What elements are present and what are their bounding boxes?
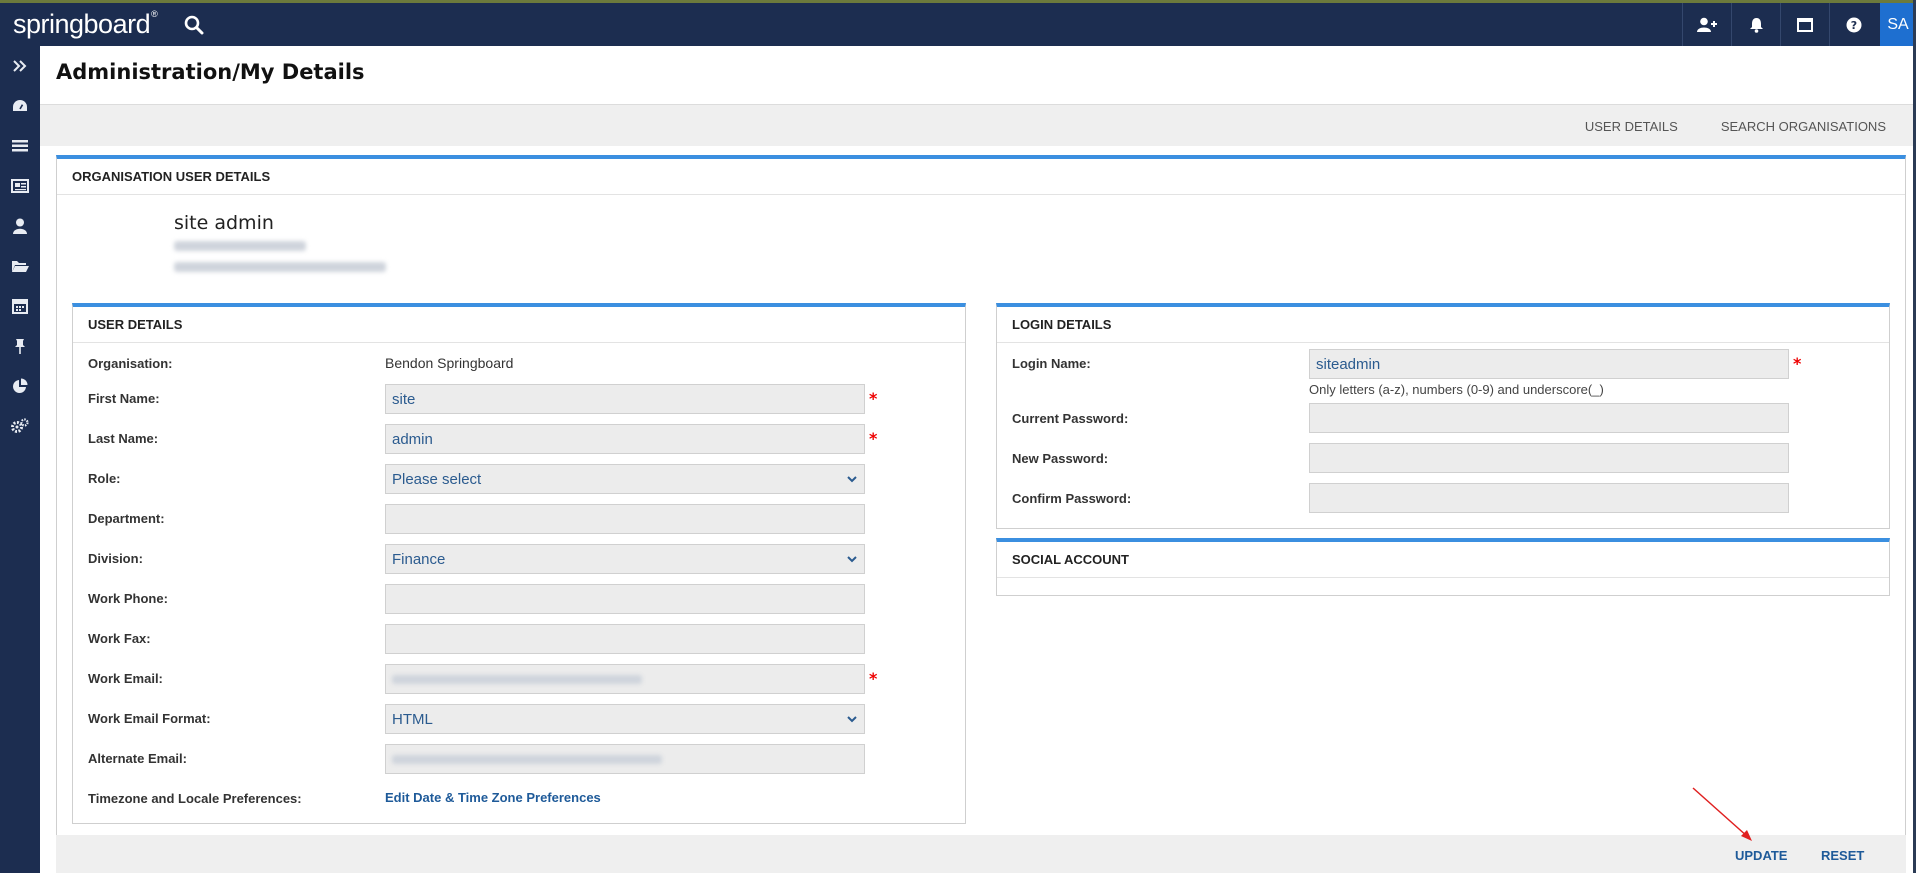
organisation-label: Organisation: bbox=[88, 356, 173, 371]
confirm-password-input[interactable] bbox=[1309, 483, 1789, 513]
chevron-down-icon bbox=[847, 716, 857, 723]
department-input[interactable] bbox=[385, 504, 865, 534]
sub-navigation-bar: USER DETAILS SEARCH ORGANISATIONS bbox=[40, 104, 1916, 146]
user-display-name: site admin bbox=[174, 212, 274, 234]
division-selected-value: Finance bbox=[392, 550, 446, 568]
work-email-format-selected-value: HTML bbox=[392, 710, 433, 728]
expand-icon[interactable] bbox=[0, 46, 40, 86]
division-select[interactable]: Finance bbox=[385, 544, 865, 574]
social-account-panel: SOCIAL ACCOUNT bbox=[996, 538, 1890, 596]
login-details-heading: LOGIN DETAILS bbox=[997, 307, 1889, 343]
work-email-format-label: Work Email Format: bbox=[88, 711, 211, 726]
last-name-label: Last Name: bbox=[88, 431, 159, 446]
required-indicator: * bbox=[869, 429, 878, 448]
tab-user-details[interactable]: USER DETAILS bbox=[1585, 119, 1678, 134]
last-name-value: admin bbox=[392, 430, 433, 448]
work-email-input[interactable] bbox=[385, 664, 865, 694]
first-name-input[interactable]: site bbox=[385, 384, 865, 414]
pin-icon[interactable] bbox=[0, 326, 40, 366]
social-account-heading: SOCIAL ACCOUNT bbox=[997, 542, 1889, 578]
first-name-label: First Name: bbox=[88, 391, 160, 406]
new-password-label: New Password: bbox=[1012, 451, 1109, 466]
help-icon[interactable]: ? bbox=[1829, 3, 1878, 46]
annotation-arrow bbox=[1692, 787, 1752, 841]
role-select[interactable]: Please select bbox=[385, 464, 865, 494]
user-icon[interactable] bbox=[0, 206, 40, 246]
work-email-label: Work Email: bbox=[88, 671, 163, 686]
left-nav-rail bbox=[0, 46, 40, 873]
work-phone-input[interactable] bbox=[385, 584, 865, 614]
folder-icon[interactable] bbox=[0, 246, 40, 286]
chevron-down-icon bbox=[847, 476, 857, 483]
form-footer-bar bbox=[56, 835, 1906, 873]
current-password-input[interactable] bbox=[1309, 403, 1789, 433]
springboard-logo[interactable]: springboard® bbox=[13, 9, 158, 40]
edit-timezone-preferences-link[interactable]: Edit Date & Time Zone Preferences bbox=[385, 790, 601, 805]
search-icon[interactable] bbox=[183, 14, 205, 36]
logo-mark: ® bbox=[151, 9, 158, 19]
required-indicator: * bbox=[1793, 354, 1802, 373]
dashboard-icon[interactable] bbox=[0, 86, 40, 126]
timezone-label: Timezone and Locale Preferences: bbox=[88, 791, 302, 806]
organisation-panel-heading: ORGANISATION USER DETAILS bbox=[57, 159, 1905, 195]
last-name-input[interactable]: admin bbox=[385, 424, 865, 454]
top-bar: springboard® ? SA bbox=[0, 0, 1916, 46]
division-label: Division: bbox=[88, 551, 143, 566]
role-selected-value: Please select bbox=[392, 470, 482, 488]
new-password-input[interactable] bbox=[1309, 443, 1789, 473]
user-avatar[interactable]: SA bbox=[1880, 3, 1916, 46]
alternate-email-label: Alternate Email: bbox=[88, 751, 187, 766]
department-label: Department: bbox=[88, 511, 165, 526]
work-email-format-select[interactable]: HTML bbox=[385, 704, 865, 734]
alternate-email-input[interactable] bbox=[385, 744, 865, 774]
user-details-heading: USER DETAILS bbox=[73, 307, 965, 343]
calendar-icon[interactable] bbox=[0, 286, 40, 326]
page-title: Administration/My Details bbox=[56, 60, 365, 84]
bell-icon[interactable] bbox=[1731, 3, 1780, 46]
work-fax-input[interactable] bbox=[385, 624, 865, 654]
confirm-password-label: Confirm Password: bbox=[1012, 491, 1132, 506]
news-icon[interactable] bbox=[0, 166, 40, 206]
role-label: Role: bbox=[88, 471, 121, 486]
chevron-down-icon bbox=[847, 556, 857, 563]
reset-button[interactable]: RESET bbox=[1821, 848, 1864, 863]
add-user-icon[interactable] bbox=[1682, 3, 1731, 46]
login-name-hint: Only letters (a-z), numbers (0-9) and un… bbox=[1309, 382, 1604, 397]
redacted-work-email bbox=[392, 674, 642, 684]
logo-text: springboard bbox=[13, 9, 151, 39]
window-icon[interactable] bbox=[1780, 3, 1829, 46]
settings-icon[interactable] bbox=[0, 406, 40, 446]
update-button[interactable]: UPDATE bbox=[1735, 848, 1787, 863]
sub-navigation: USER DETAILS SEARCH ORGANISATIONS bbox=[1585, 105, 1886, 147]
redacted-organisation bbox=[174, 241, 306, 251]
current-password-label: Current Password: bbox=[1012, 411, 1129, 426]
top-right-toolbar: ? SA bbox=[1682, 3, 1916, 46]
svg-text:?: ? bbox=[1851, 19, 1857, 32]
redacted-alternate-email bbox=[392, 754, 662, 764]
work-phone-label: Work Phone: bbox=[88, 591, 168, 606]
tab-search-organisations[interactable]: SEARCH ORGANISATIONS bbox=[1721, 119, 1886, 134]
redacted-email bbox=[174, 262, 386, 272]
required-indicator: * bbox=[869, 389, 878, 408]
first-name-value: site bbox=[392, 390, 416, 408]
pie-chart-icon[interactable] bbox=[0, 366, 40, 406]
login-name-label: Login Name: bbox=[1012, 356, 1091, 371]
required-indicator: * bbox=[869, 669, 878, 688]
organisation-value: Bendon Springboard bbox=[385, 355, 514, 371]
work-fax-label: Work Fax: bbox=[88, 631, 151, 646]
login-name-input[interactable]: siteadmin bbox=[1309, 349, 1789, 379]
login-name-value: siteadmin bbox=[1316, 355, 1381, 373]
list-icon[interactable] bbox=[0, 126, 40, 166]
